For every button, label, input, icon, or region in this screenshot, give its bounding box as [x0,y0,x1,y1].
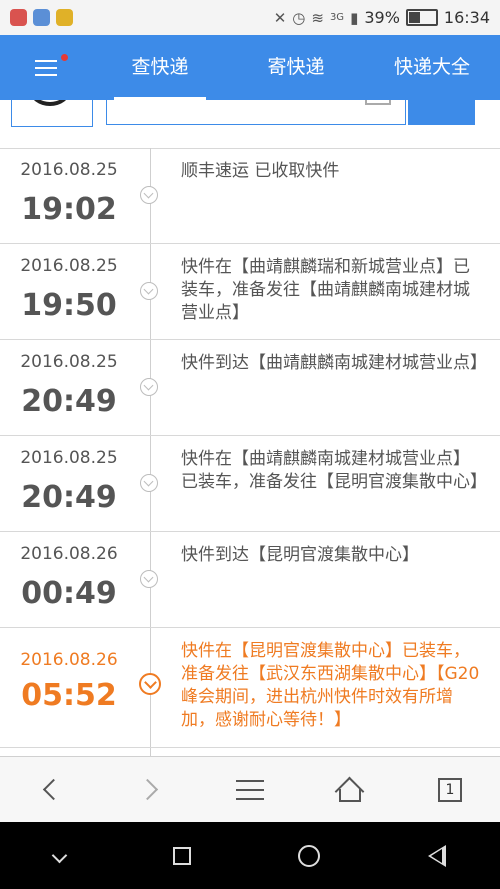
notification-icons [10,9,73,26]
tabs-button[interactable]: 1 [400,757,500,823]
signal-icon: ▮ [350,8,359,27]
entry-time: 20:49 [21,384,117,419]
notification-app-icon [33,9,50,26]
timeline-entry: 2016.08.25 20:49 快件到达【曲靖麒麟南城建材城营业点】 [0,340,500,436]
chevron-left-icon [42,778,64,801]
chevron-right-icon [136,778,158,801]
entry-description: 快件在【昆明官渡集散中心】已装车，准备发往【武汉东西湖集散中心】【G20峰会期间… [181,641,480,730]
browser-toolbar: 1 [0,756,500,822]
check-circle-icon [140,186,158,204]
entry-time: 20:49 [21,480,117,515]
entry-date: 2016.08.25 [20,160,118,180]
entry-description: 快件到达【昆明官渡集散中心】 [181,545,419,565]
wifi-icon: ≋ [311,8,324,27]
home-circle-icon[interactable] [298,844,321,867]
back-button[interactable] [0,757,100,823]
entry-description: 顺丰速运 已收取快件 [181,161,340,181]
check-circle-icon [140,378,158,396]
tab-express-directory[interactable]: 快递大全 [364,35,500,100]
menu-button-bottom[interactable] [200,757,300,823]
top-nav: 查快递 寄快递 快递大全 [0,35,500,100]
battery-icon [405,9,438,26]
scan-icon[interactable] [365,100,391,105]
entry-description: 快件在【曲靖麒麟南城建材城营业点】已装车，准备发往【昆明官渡集散中心】 [181,449,487,492]
check-circle-icon [139,673,161,695]
timeline-entry: 2016.08.26 00:49 快件到达【昆明官渡集散中心】 [0,532,500,628]
back-triangle-icon[interactable] [428,844,447,867]
clock: 16:34 [443,8,490,27]
tracking-timeline: 2016.08.25 19:02 顺丰速运 已收取快件 2016.08.25 1… [0,148,500,756]
timeline-entry: 2016.08.25 19:02 顺丰速运 已收取快件 [0,148,500,244]
entry-date: 2016.08.25 [20,448,118,468]
notification-app-icon [56,9,73,26]
forward-button[interactable] [100,757,200,823]
home-icon [334,776,365,806]
mute-icon: ✕ [273,8,287,27]
notification-app-icon [10,9,27,26]
alarm-icon: ◷ [292,8,306,27]
network-type: 3G [329,12,345,23]
entry-description: 快件在【曲靖麒麟瑞和新城营业点】已装车，准备发往【曲靖麒麟南城建材城营业点】 [181,257,470,323]
courier-logo-button[interactable] [11,100,93,127]
tab-count: 1 [438,777,462,802]
notification-dot [61,54,68,61]
tab-query-express[interactable]: 查快递 [92,35,228,100]
search-row: 210109487802 [0,100,500,149]
entry-date: 2016.08.25 [20,352,118,372]
tracking-number-input[interactable]: 210109487802 [106,100,406,125]
menu-icon [236,779,264,800]
check-circle-icon [140,474,158,492]
courier-logo-icon [30,100,70,106]
entry-description: 快件到达【曲靖麒麟南城建材城营业点】 [181,353,487,373]
entry-date: 2016.08.26 [20,650,118,670]
entry-time: 00:49 [21,576,117,611]
entry-time: 19:02 [21,192,117,227]
status-bar: ✕ ◷ ≋ 3G ▮ 39% 16:34 [0,0,500,35]
tab-send-express[interactable]: 寄快递 [228,35,364,100]
hamburger-icon [35,59,57,76]
timeline-entry-current: 2016.08.26 05:52 快件在【昆明官渡集散中心】已装车，准备发往【武… [0,628,500,748]
search-button[interactable] [408,100,475,125]
entry-date: 2016.08.25 [20,256,118,276]
entry-date: 2016.08.26 [20,544,118,564]
recents-icon[interactable] [172,846,191,865]
menu-button[interactable] [0,35,92,100]
check-circle-icon [140,282,158,300]
entry-time: 05:52 [21,678,117,713]
check-circle-icon [140,570,158,588]
home-button[interactable] [300,757,400,823]
timeline-entry: 2016.08.25 20:49 快件在【曲靖麒麟南城建材城营业点】已装车，准备… [0,436,500,532]
system-nav-bar [0,822,500,889]
hide-keyboard-icon[interactable] [51,847,68,864]
battery-percent: 39% [364,8,400,27]
timeline-entry: 2016.08.25 19:50 快件在【曲靖麒麟瑞和新城营业点】已装车，准备发… [0,244,500,340]
entry-time: 19:50 [21,288,117,323]
